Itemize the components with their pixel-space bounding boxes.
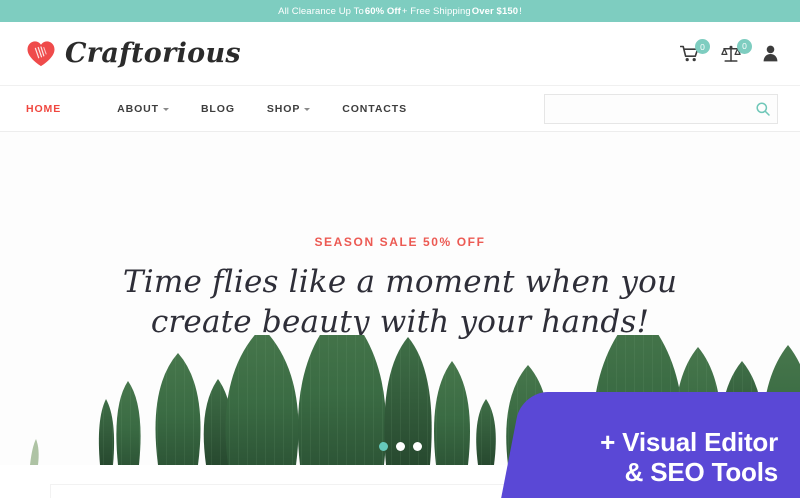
promo-badge-label: + Visual Editor & SEO Tools [484,427,784,488]
account-button[interactable] [763,45,778,62]
compare-button[interactable]: 0 [721,38,752,63]
chevron-down-icon [304,108,311,111]
nav-item-blog-label: BLOG [200,102,235,115]
chevron-down-icon [162,108,169,111]
nav-item-about[interactable]: ABOUT [117,103,201,115]
site-header: Craftorious 0 0 [0,22,800,85]
search-button[interactable] [756,101,770,119]
page-root: All Clearance Up To 60% Off + Free Shipp… [0,0,800,500]
hero-headline: Time flies like a moment when you create… [122,264,678,340]
nav-item-home-label: HOME [26,102,62,115]
main-navigation-bar: HOME ABOUT BLOG SHOP CONTACTS [0,85,800,132]
nav-item-about-label: ABOUT [117,102,159,115]
nav-item-home[interactable]: HOME [26,103,117,115]
search-form [544,93,778,124]
hero-slider: SEASON SALE 50% OFF Time flies like a mo… [0,132,800,498]
heart-icon [26,40,56,67]
carousel-dot-3[interactable] [412,442,422,451]
promo-badge-line-2: & SEO Tools [624,457,779,488]
promo-bold-discount: 60% Off [364,5,401,17]
promo-text-before: All Clearance Up To [278,5,364,17]
promo-badge-line-1: + Visual Editor [600,426,778,457]
promo-bold-threshold: Over $150 [471,5,519,17]
search-icon [756,101,770,119]
promo-announcement-bar: All Clearance Up To 60% Off + Free Shipp… [0,0,800,22]
promo-text-after: ! [519,5,522,17]
promo-text-middle: + Free Shipping [401,5,471,17]
carousel-dot-2[interactable] [395,442,405,451]
nav-item-contacts[interactable]: CONTACTS [342,103,439,115]
user-account-icon [763,45,778,62]
search-input[interactable] [544,93,778,124]
site-logo[interactable]: Craftorious [26,38,241,69]
site-logo-text: Craftorious [65,38,241,69]
nav-item-blog[interactable]: BLOG [201,103,267,115]
cart-count-badge: 0 [695,39,710,54]
hero-sale-label: SEASON SALE 50% OFF [314,235,486,249]
nav-item-shop[interactable]: SHOP [267,103,342,115]
header-tools: 0 0 [680,38,778,63]
compare-count-badge: 0 [737,38,752,54]
carousel-dot-1[interactable] [378,442,388,451]
cart-button[interactable]: 0 [680,39,710,62]
nav-item-contacts-label: CONTACTS [342,102,407,115]
nav-item-shop-label: SHOP [266,102,301,115]
nav-list: HOME ABOUT BLOG SHOP CONTACTS [26,103,439,115]
